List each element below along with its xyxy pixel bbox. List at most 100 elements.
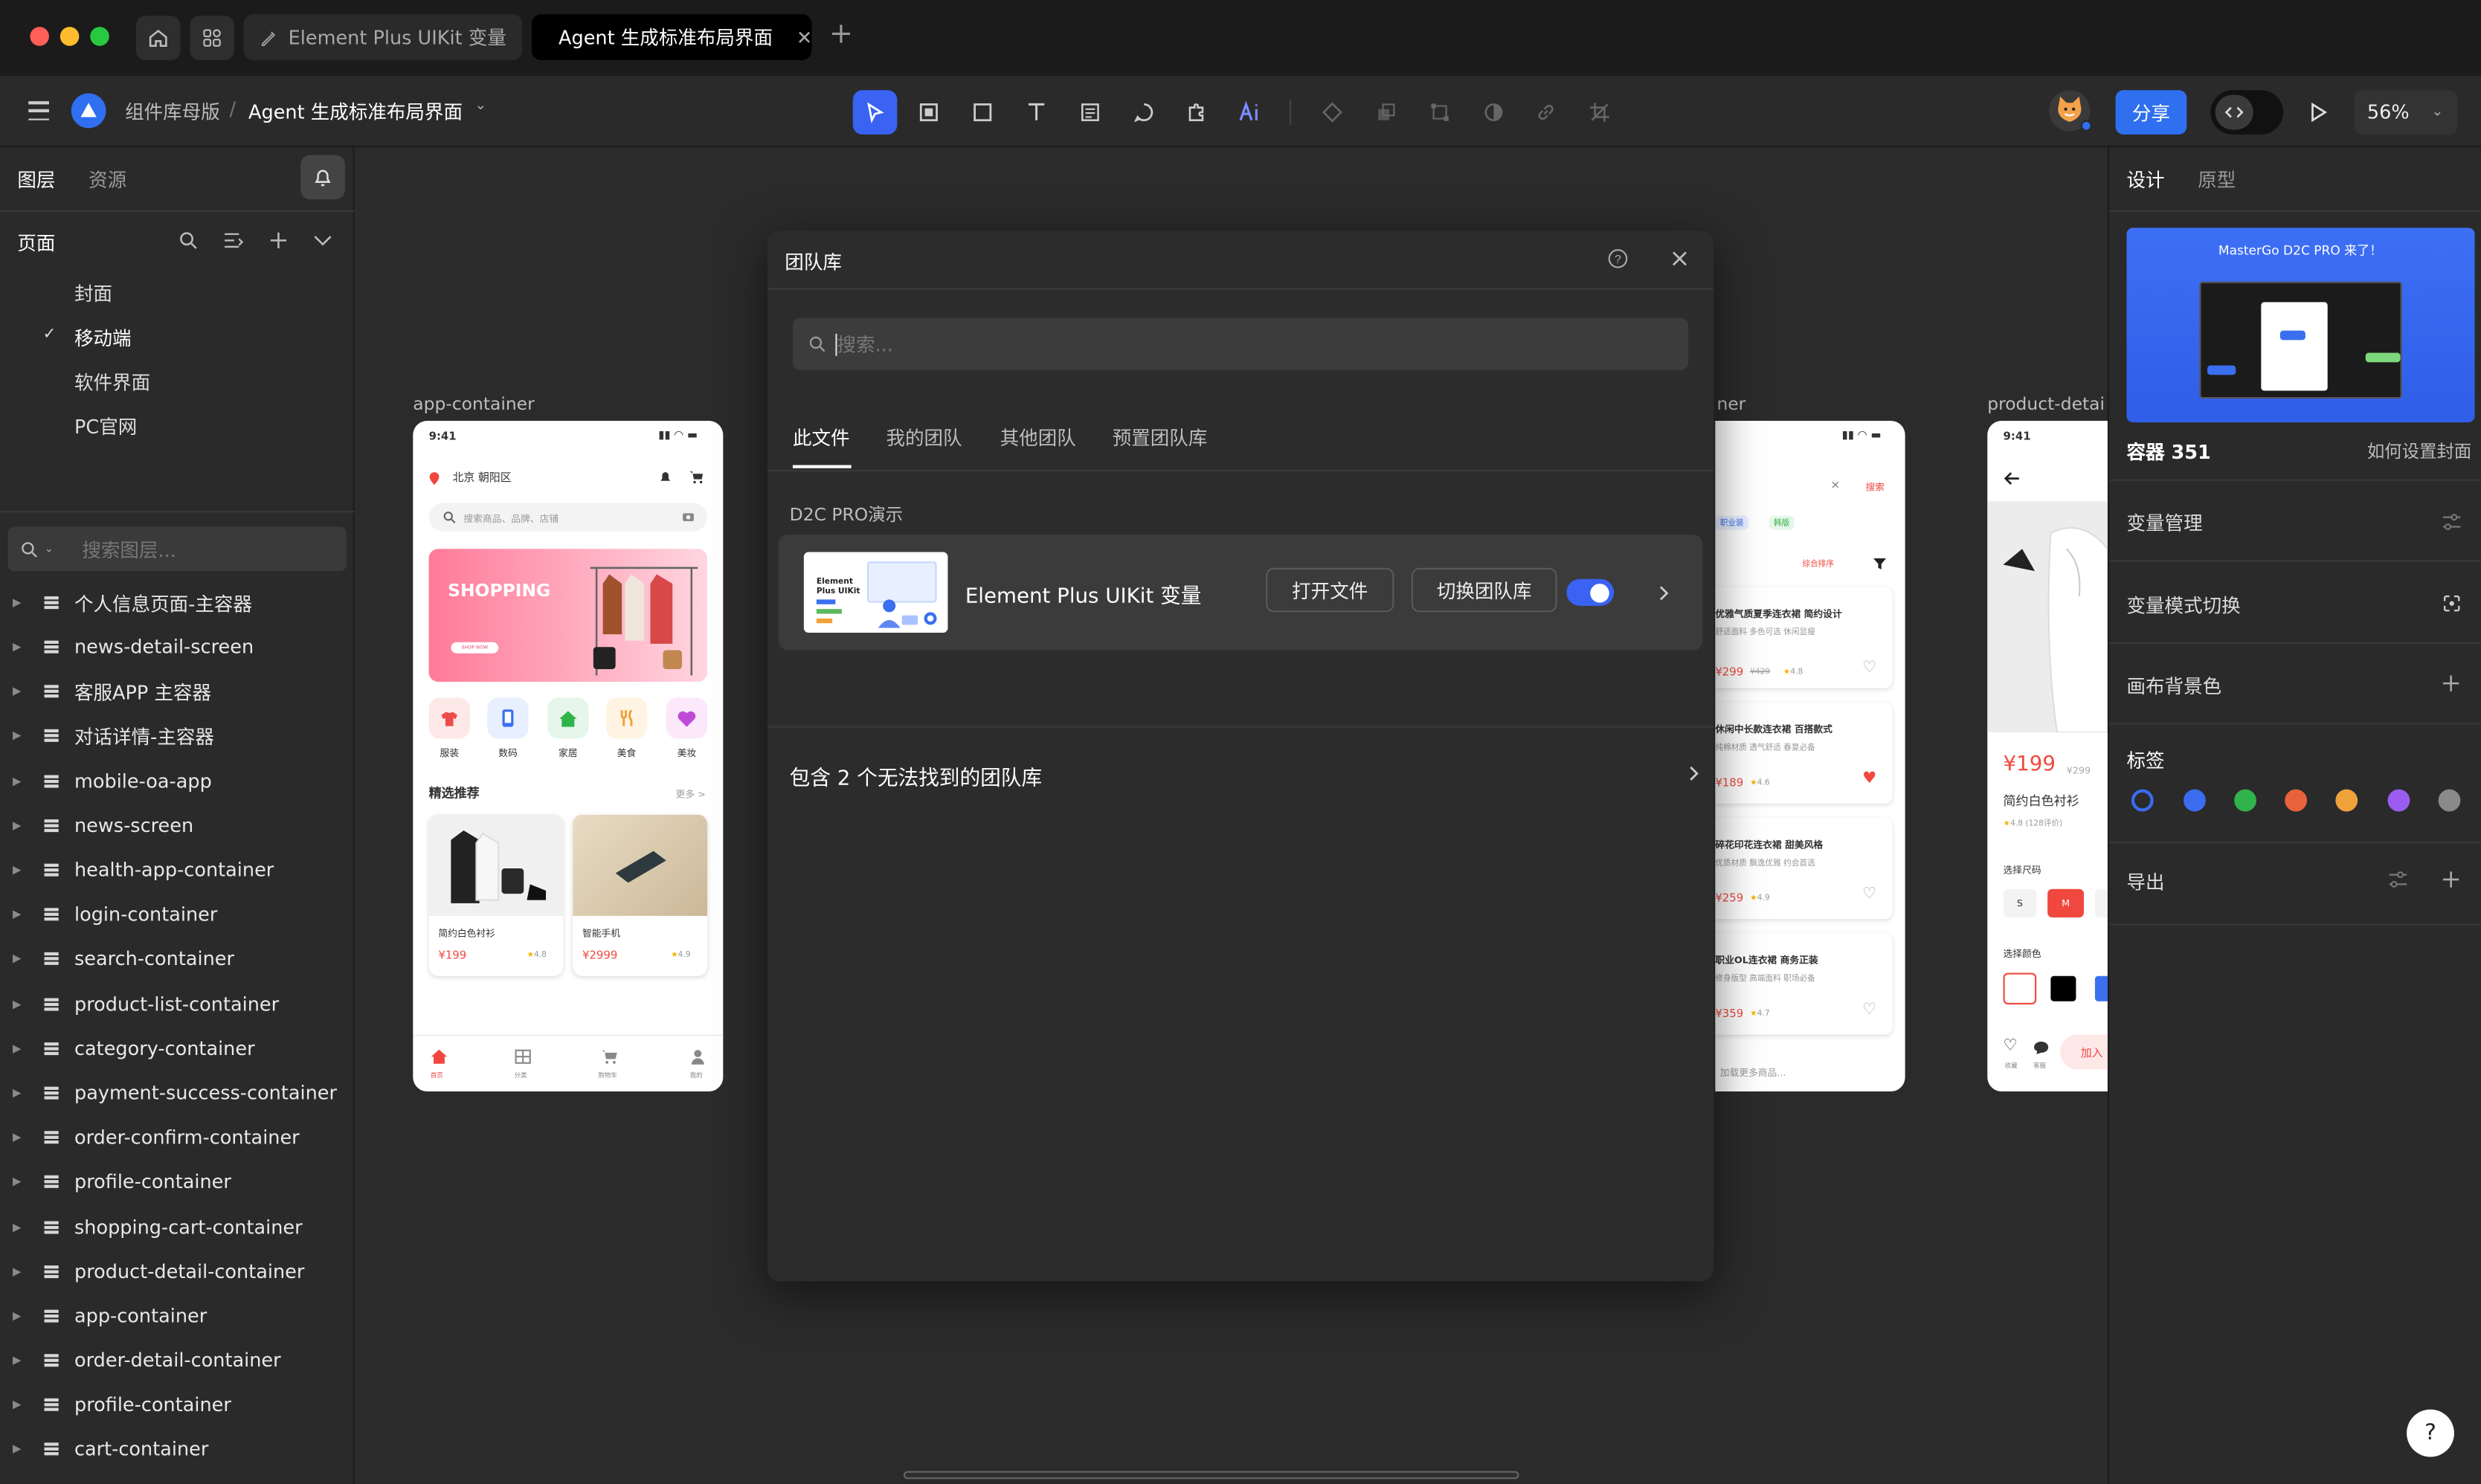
caret-right-icon[interactable]: ▶ [13,641,35,654]
add-icon[interactable] [2442,674,2461,693]
layer-row[interactable]: ▶ profile-container [0,1164,355,1199]
settings-sliders-icon[interactable] [2442,512,2462,532]
layer-search[interactable]: ⌄ 搜索图层... [7,526,347,572]
share-button[interactable]: 分享 [2115,90,2187,135]
tag-color-swatch[interactable] [2184,789,2206,812]
bell-icon[interactable] [658,470,672,484]
page-item-cover[interactable]: 封面 [74,280,112,307]
add-page-icon[interactable] [269,231,289,251]
tab-element-plus[interactable]: Element Plus UIKit 变量 [243,14,523,60]
layer-row[interactable]: ▶ order-detail-container [0,1343,355,1378]
tab-design[interactable]: 设计 [2126,166,2164,193]
color-option-black[interactable] [2050,975,2076,1001]
chat-icon[interactable] [2033,1041,2049,1055]
layer-row[interactable]: ▶ news-detail-screen [0,630,355,665]
size-option-selected[interactable]: M [2047,888,2085,918]
layer-row[interactable]: ▶ category-container [0,1031,355,1066]
tag-color-swatch[interactable] [2285,789,2308,812]
mask-tool[interactable] [1472,90,1516,135]
list-item[interactable]: 碎花印花连衣裙 甜美风格 优质材质 飘逸优雅 约会首选 ¥259 ★4.9 ♡ [1715,817,1893,920]
caret-right-icon[interactable]: ▶ [13,729,35,742]
caret-right-icon[interactable]: ▶ [13,685,35,697]
chevron-right-icon[interactable] [1688,766,1699,781]
layer-row[interactable]: ▶ 个人信息页面-主容器 [0,585,355,620]
category-grid-icon[interactable] [514,1049,531,1065]
artboard-label[interactable]: app-container [413,394,534,415]
tag-color-swatch[interactable] [2335,789,2358,812]
page-item-mobile[interactable]: 移动端 [74,324,132,351]
caret-right-icon[interactable]: ▶ [13,1131,35,1143]
category-digital[interactable] [487,697,529,739]
tab-agent-layout[interactable]: Agent 生成标准布局界面 ✕ [531,14,812,60]
cover-banner[interactable]: MasterGo D2C PRO 来了！ [2126,228,2475,423]
heart-outline-icon[interactable]: ♡ [1862,659,1876,677]
zoom-control[interactable]: 56% ⌄ [2354,90,2458,135]
caret-right-icon[interactable]: ▶ [13,1310,35,1323]
category-home[interactable] [547,697,589,739]
chevron-right-icon[interactable] [1658,585,1670,601]
comment-tool[interactable] [1122,90,1166,135]
tab-layers[interactable]: 图层 [17,166,55,193]
vector-tool[interactable] [1418,90,1462,135]
caret-right-icon[interactable]: ▶ [13,1087,35,1100]
file-name[interactable]: Agent 生成标准布局界面 [248,98,463,125]
heart-filled-icon[interactable]: ♥ [1862,770,1876,787]
search-button[interactable]: 搜索 [1865,480,1885,494]
caret-right-icon[interactable]: ▶ [13,952,35,965]
tab-other-teams[interactable]: 其他团队 [1000,424,1076,451]
settings-sliders-icon[interactable] [2388,870,2409,889]
layer-row[interactable]: ▶ cart-container [0,1431,355,1466]
layer-row[interactable]: ▶ 对话详情-主容器 [0,718,355,753]
caret-right-icon[interactable]: ▶ [13,1042,35,1055]
switch-library-button[interactable]: 切换团队库 [1411,567,1557,613]
caret-right-icon[interactable]: ▶ [13,775,35,788]
caret-right-icon[interactable]: ▶ [13,908,35,920]
product-list-artboard[interactable]: ▮▮ ◠ ▬ ✕ 搜索 职业装 韩版 综合排序 优雅气质夏季连衣裙 简约设计 舒… [1715,420,1905,1092]
cart-icon[interactable] [601,1049,618,1065]
library-row[interactable]: Element Plus UIKit Element Plus UIKit 变量… [778,535,1703,651]
tag-color-swatch[interactable] [2438,789,2461,812]
filter-chip[interactable]: 韩版 [1769,515,1795,530]
product-card[interactable]: 智能手机 ¥2999 ★4.9 [573,814,708,976]
layer-row[interactable]: ▶ product-list-container [0,987,355,1022]
caret-right-icon[interactable]: ▶ [13,1175,35,1188]
layer-row[interactable]: ▶ 客服APP 主容器 [0,674,355,709]
add-tab-button[interactable]: + [829,17,853,51]
link-tool[interactable] [1524,90,1568,135]
sort-dropdown[interactable]: 综合排序 [1802,558,1834,570]
size-option[interactable] [2094,888,2108,918]
tab-assets[interactable]: 资源 [89,166,126,193]
move-tool[interactable] [852,90,898,135]
component-tool[interactable] [1310,90,1355,135]
app-container-artboard[interactable]: 9:41 ▮▮ ◠ ▬ 北京 朝阳区 搜索商品、品牌、店铺 SHOPPING S… [413,420,724,1092]
caret-right-icon[interactable]: ▶ [13,1222,35,1234]
add-icon[interactable] [2442,870,2461,889]
cart-icon[interactable] [689,470,704,484]
page-item-pc[interactable]: PC官网 [74,413,137,439]
heart-outline-icon[interactable]: ♡ [1862,1001,1876,1019]
tab-preset-libraries[interactable]: 预置团队库 [1113,424,1208,451]
dev-mode-toggle[interactable] [2210,90,2284,135]
page-item-software[interactable]: 软件界面 [74,369,150,396]
filter-chip[interactable]: 职业装 [1715,515,1749,530]
location-text[interactable]: 北京 朝阳区 [452,470,511,485]
plugin-tool[interactable] [1174,90,1219,135]
favorite-icon[interactable]: ♡ [2004,1038,2018,1055]
load-more-text[interactable]: 加载更多商品... [1720,1065,1786,1079]
size-option[interactable]: S [2003,888,2037,918]
text-tool[interactable] [1014,90,1059,135]
layer-row[interactable]: ▶ payment-success-container [0,1076,355,1111]
caret-right-icon[interactable]: ▶ [13,596,35,609]
tag-color-swatch[interactable] [2234,789,2256,812]
profile-icon[interactable] [690,1049,706,1065]
list-item[interactable]: 职业OL连衣裙 商务正装 修身版型 高端面料 职场必备 ¥359 ★4.7 ♡ [1715,933,1893,1035]
maximize-window-button[interactable] [90,27,109,46]
close-window-button[interactable] [30,27,49,46]
close-icon[interactable] [1671,250,1688,267]
close-icon[interactable]: ✕ [1831,480,1840,492]
help-button[interactable]: ? [2407,1409,2454,1457]
horizontal-scrollbar[interactable] [903,1471,1519,1480]
chevron-down-icon[interactable] [313,234,332,247]
list-item[interactable]: 优雅气质夏季连衣裙 简约设计 舒适面料 多色可选 休闲显瘦 ¥299 ¥429 … [1715,587,1893,688]
layer-row[interactable]: ▶ login-container [0,897,355,932]
